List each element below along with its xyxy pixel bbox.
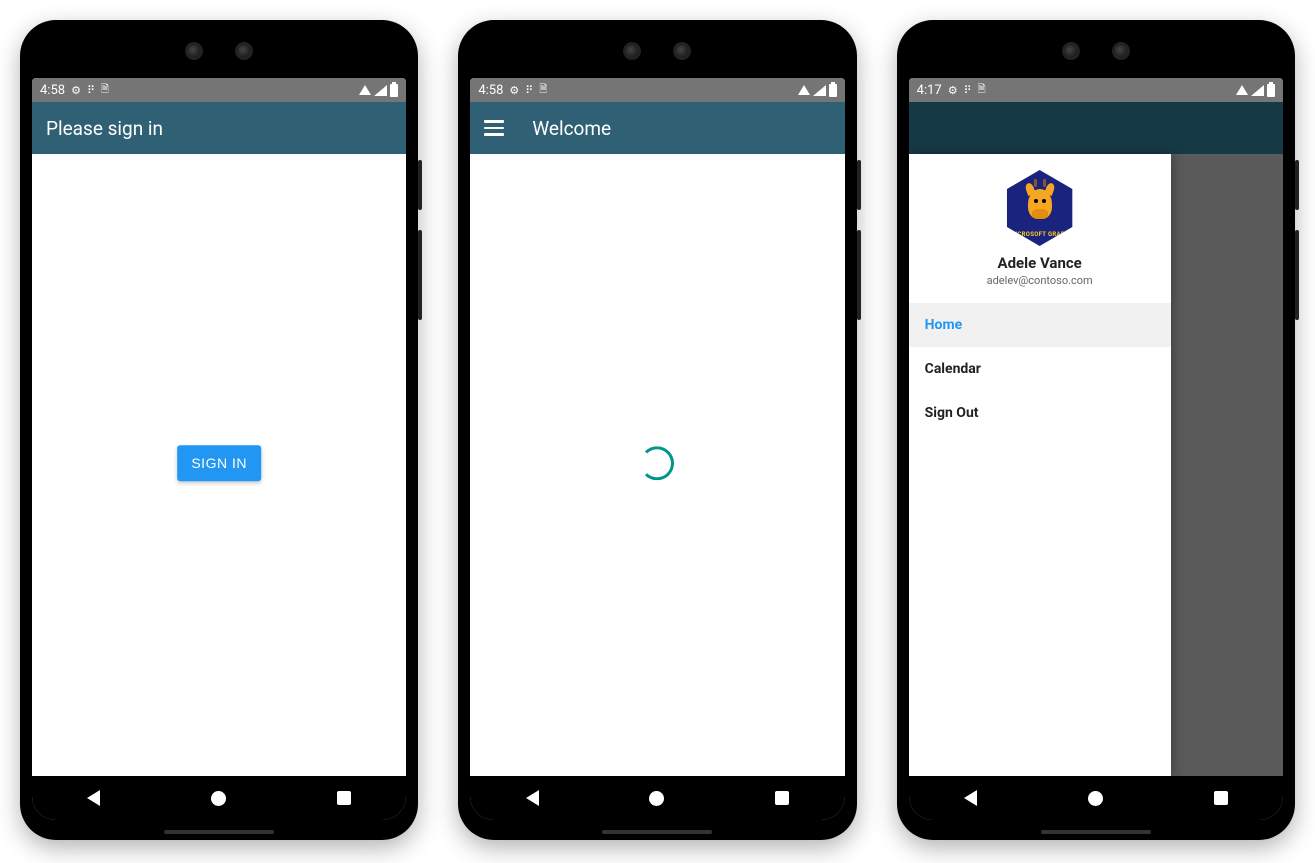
clipboard-icon (539, 81, 547, 99)
app-bar (909, 102, 1283, 154)
appbar-title: Welcome (532, 117, 611, 140)
drawer-item-calendar[interactable]: Calendar (909, 347, 1171, 391)
system-icon (525, 83, 533, 98)
app-bar: Welcome (470, 102, 844, 154)
drawer-item-home[interactable]: Home (909, 303, 1171, 347)
loading-spinner-icon (640, 446, 674, 480)
wifi-icon (359, 85, 371, 95)
content-area: SIGN IN (32, 154, 406, 776)
drawer-item-signout[interactable]: Sign Out (909, 391, 1171, 435)
wifi-icon (1236, 85, 1248, 95)
user-name: Adele Vance (909, 254, 1171, 272)
nav-drawer: MICROSOFT GRAPH Adele Vance adelev@conto… (909, 154, 1171, 776)
signin-button[interactable]: SIGN IN (177, 445, 261, 481)
settings-icon (948, 83, 958, 98)
phone-signin: 4:58 Please sign in SIGN IN (20, 20, 418, 840)
nav-back-icon[interactable] (87, 790, 100, 806)
content-area (470, 154, 844, 776)
battery-icon (1267, 84, 1275, 97)
appbar-title: Please sign in (46, 117, 163, 140)
nav-home-icon[interactable] (1088, 791, 1103, 806)
phone-welcome: 4:58 Welcome (458, 20, 856, 840)
battery-icon (829, 84, 837, 97)
status-bar: 4:58 (470, 78, 844, 102)
clipboard-icon (101, 81, 109, 99)
giraffe-icon (1020, 183, 1060, 233)
settings-icon (509, 83, 519, 98)
clipboard-icon (978, 81, 986, 99)
drawer-header: MICROSOFT GRAPH Adele Vance adelev@conto… (909, 154, 1171, 299)
system-icon (87, 83, 95, 98)
phone-drawer: 4:17 (897, 20, 1295, 840)
signal-icon (374, 85, 387, 96)
battery-icon (390, 84, 398, 97)
signal-icon (813, 85, 826, 96)
nav-recents-icon[interactable] (337, 791, 351, 805)
menu-icon[interactable] (484, 120, 504, 136)
signal-icon (1251, 85, 1264, 96)
user-email: adelev@contoso.com (909, 274, 1171, 287)
status-time: 4:58 (478, 83, 503, 98)
nav-home-icon[interactable] (211, 791, 226, 806)
android-nav-bar (32, 776, 406, 820)
avatar-badge: MICROSOFT GRAPH (1002, 231, 1078, 238)
nav-home-icon[interactable] (649, 791, 664, 806)
content-scrim[interactable]: MICROSOFT GRAPH Adele Vance adelev@conto… (909, 154, 1283, 776)
avatar: MICROSOFT GRAPH (1002, 170, 1078, 246)
wifi-icon (798, 85, 810, 95)
settings-icon (71, 83, 81, 98)
nav-back-icon[interactable] (526, 790, 539, 806)
status-bar: 4:58 (32, 78, 406, 102)
nav-recents-icon[interactable] (775, 791, 789, 805)
android-nav-bar (470, 776, 844, 820)
nav-back-icon[interactable] (964, 790, 977, 806)
status-time: 4:17 (917, 83, 942, 98)
android-nav-bar (909, 776, 1283, 820)
status-time: 4:58 (40, 83, 65, 98)
app-bar: Please sign in (32, 102, 406, 154)
drawer-items: Home Calendar Sign Out (909, 299, 1171, 435)
system-icon (964, 83, 972, 98)
status-bar: 4:17 (909, 78, 1283, 102)
nav-recents-icon[interactable] (1214, 791, 1228, 805)
